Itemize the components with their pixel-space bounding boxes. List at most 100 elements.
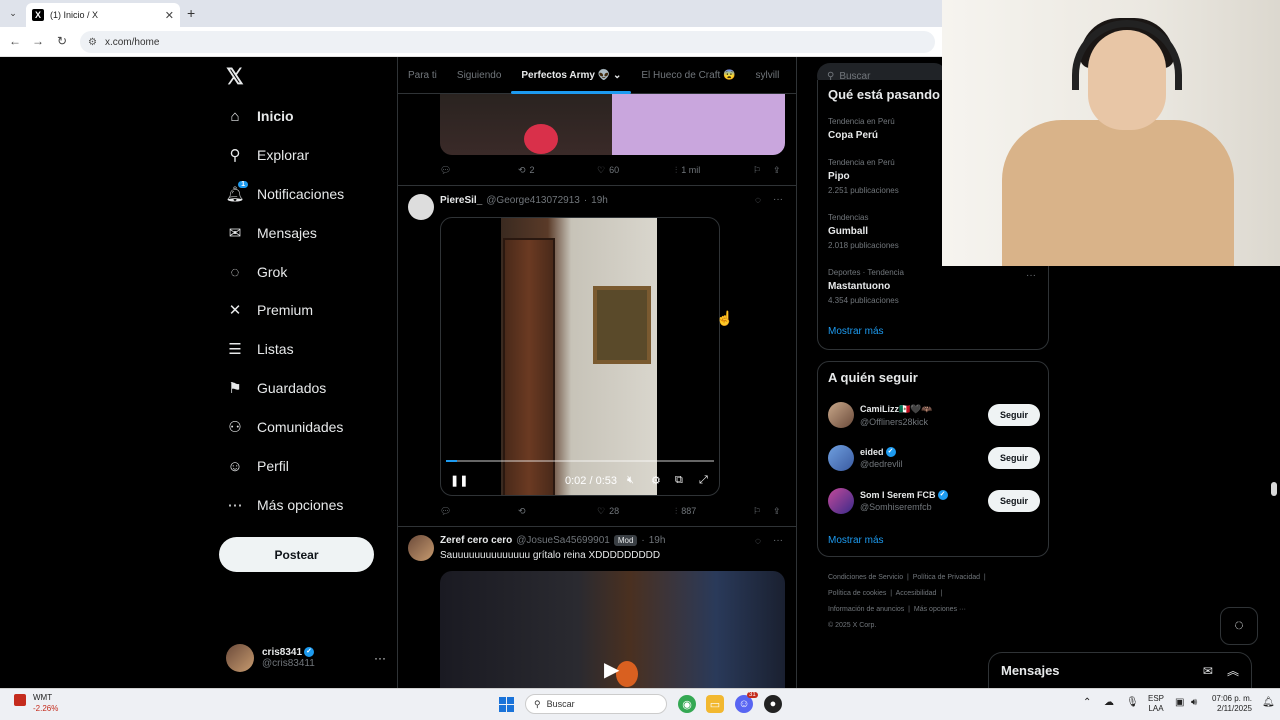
footer-link[interactable]: Más opciones ··· (914, 606, 966, 613)
footer-link[interactable]: Información de anuncios (828, 606, 904, 613)
follow-suggestion[interactable]: Som I Serem FCB ✓ @Somhiseremfcb Seguir (828, 486, 1040, 516)
trend-item[interactable]: Tendencia en Perú Pipo 2.251 publicaciones (828, 158, 899, 195)
clock[interactable]: 07:06 p. m. 2/11/2025 (1210, 694, 1252, 714)
nav-item-listas[interactable]: ☰ Listas (226, 335, 293, 363)
like-button[interactable]: ♡ 60 (597, 165, 619, 176)
address-input[interactable]: ⚙ x.com/home (80, 31, 935, 53)
post-time[interactable]: 19h (591, 195, 608, 206)
bookmark-icon[interactable]: ⚐ (753, 506, 761, 517)
nav-item-grok[interactable]: ◌ Grok (226, 258, 288, 286)
post-time[interactable]: 19h (649, 535, 666, 546)
trend-item[interactable]: Tendencias Gumball 2.018 publicaciones (828, 213, 899, 250)
taskbar-search[interactable]: ⚲ Buscar (525, 694, 667, 714)
tab-search-dropdown-icon[interactable]: ⌄ (6, 6, 20, 20)
new-message-icon[interactable]: ✉ (1203, 664, 1213, 678)
fullscreen-icon[interactable]: ⤢ (699, 474, 708, 487)
follow-button[interactable]: Seguir (988, 404, 1040, 426)
avatar[interactable] (408, 194, 434, 220)
feed-tab[interactable]: Para ti (398, 57, 447, 94)
feed-tab[interactable]: El Hueco de Craft 😨 (631, 57, 745, 94)
repost-icon[interactable]: ⟲ (518, 506, 526, 517)
share-icon[interactable]: ⇪ (773, 506, 781, 517)
bookmark-icon[interactable]: ⚐ (753, 165, 761, 176)
scrollbar[interactable] (1271, 482, 1277, 496)
reply-icon[interactable]: 💬︎ (440, 506, 451, 517)
views-button[interactable]: ⫶ 887 (675, 506, 696, 517)
reply-icon[interactable]: 💬︎ (440, 165, 451, 176)
start-icon[interactable] (499, 697, 514, 712)
show-more-follow-link[interactable]: Mostrar más (828, 535, 884, 546)
nav-item-mensajes[interactable]: ✉ Mensajes (226, 219, 317, 247)
video-progress-bar[interactable] (446, 460, 714, 462)
avatar[interactable] (408, 535, 434, 561)
settings-icon[interactable]: ⚙ (651, 474, 661, 487)
share-icon[interactable]: ⇪ (773, 165, 781, 176)
feed-tab[interactable]: Siguiendo (447, 57, 511, 94)
new-tab-icon[interactable]: + (187, 5, 195, 21)
nav-item-comunidades[interactable]: ⚇ Comunidades (226, 413, 343, 441)
trend-item[interactable]: Deportes · Tendencia Mastantuono 4.354 pub… (828, 268, 904, 305)
stock-widget[interactable]: WMT -2.26% (33, 692, 58, 714)
pause-icon[interactable]: ❚❚ (450, 474, 468, 487)
mic-icon[interactable]: 🎙︎ (1126, 697, 1139, 708)
grok-floating-button[interactable]: ◌ (1220, 607, 1258, 645)
post-button[interactable]: Postear (219, 537, 374, 572)
show-more-trends-link[interactable]: Mostrar más (828, 326, 884, 337)
chrome-icon[interactable]: ◉ (678, 695, 696, 713)
x-logo-icon[interactable]: 𝕏 (226, 64, 244, 90)
browser-tab-x[interactable]: X (1) Inicio / X ✕ (26, 3, 180, 27)
more-icon[interactable]: ··· (773, 535, 783, 546)
feed-tab[interactable]: Perfectos Army 👽 ⌄ (511, 57, 632, 94)
site-info-icon[interactable]: ⚙ (88, 37, 97, 48)
feed-tab[interactable]: sylvill (745, 57, 789, 94)
tray-overflow-icon[interactable]: ⌃ (1083, 697, 1091, 708)
messages-drawer[interactable]: Mensajes ✉ ︽ (988, 652, 1252, 688)
follow-suggestion[interactable]: eided ✓ @dedrevlil Seguir (828, 443, 1040, 473)
pip-icon[interactable]: ⧉ (675, 474, 683, 487)
forward-icon[interactable]: → (30, 34, 46, 48)
reload-icon[interactable]: ↻ (54, 34, 70, 48)
footer-link[interactable]: Accesibilidad (896, 590, 937, 597)
nav-item-inicio[interactable]: ⌂ Inicio (226, 102, 293, 130)
play-icon[interactable]: ▶ (604, 657, 619, 682)
post-media[interactable] (440, 94, 785, 155)
language-indicator[interactable]: ESP LAA (1148, 694, 1164, 714)
follow-suggestion[interactable]: CamiLizz🇲🇽🖤🦇 @Offliners28kick Seguir (828, 400, 1040, 430)
back-icon[interactable]: ← (7, 34, 23, 48)
mute-icon[interactable]: 🔇︎ (627, 474, 634, 487)
repost-button[interactable]: ⟲ 2 (518, 165, 535, 176)
footer-link[interactable]: Política de Privacidad (913, 574, 980, 581)
nav-item-más-opciones[interactable]: ⋯ Más opciones (226, 491, 344, 519)
nav-item-perfil[interactable]: ☺ Perfil (226, 452, 289, 480)
nav-item-guardados[interactable]: ⚑ Guardados (226, 374, 326, 402)
trend-item[interactable]: Tendencia en Perú Copa Perú (828, 117, 895, 141)
more-icon[interactable]: ··· (773, 194, 783, 205)
video-player[interactable] (440, 217, 720, 496)
more-icon[interactable]: ··· (374, 651, 386, 665)
expand-icon[interactable]: ︽ (1227, 662, 1239, 679)
nav-item-explorar[interactable]: ⚲ Explorar (226, 141, 310, 169)
close-tab-icon[interactable]: ✕ (165, 9, 174, 22)
notification-icon[interactable]: 🔔︎ (1262, 697, 1275, 708)
like-button[interactable]: ♡ 28 (597, 506, 619, 517)
account-switcher[interactable]: cris8341 ✓ @cris83411 ··· (226, 643, 386, 673)
network-icon[interactable]: ▣ (1175, 697, 1184, 708)
footer-link[interactable]: Política de cookies (828, 590, 886, 597)
onedrive-icon[interactable]: ☁ (1104, 697, 1114, 708)
follow-button[interactable]: Seguir (988, 447, 1040, 469)
file-explorer-icon[interactable]: ▭ (706, 695, 724, 713)
follow-button[interactable]: Seguir (988, 490, 1040, 512)
volume-icon[interactable]: 🔊︎ (1191, 697, 1197, 708)
more-icon[interactable]: ··· (1026, 270, 1036, 281)
author-name[interactable]: Zeref cero cero (440, 535, 512, 546)
nav-item-premium[interactable]: ✕ Premium (226, 296, 313, 324)
author-handle[interactable]: @JosueSa45699901 (516, 535, 610, 546)
nav-item-notificaciones[interactable]: 🔔︎ 1 Notificaciones (225, 180, 344, 208)
grok-icon[interactable]: ◌ (755, 536, 761, 547)
author-name[interactable]: PiereSil_ (440, 195, 482, 206)
views-button[interactable]: ⫶ 1 mil (675, 165, 700, 176)
author-handle[interactable]: @George413072913 (486, 195, 580, 206)
obs-icon[interactable]: ● (764, 695, 782, 713)
grok-icon[interactable]: ◌ (755, 195, 761, 206)
footer-link[interactable]: Condiciones de Servicio (828, 574, 903, 581)
